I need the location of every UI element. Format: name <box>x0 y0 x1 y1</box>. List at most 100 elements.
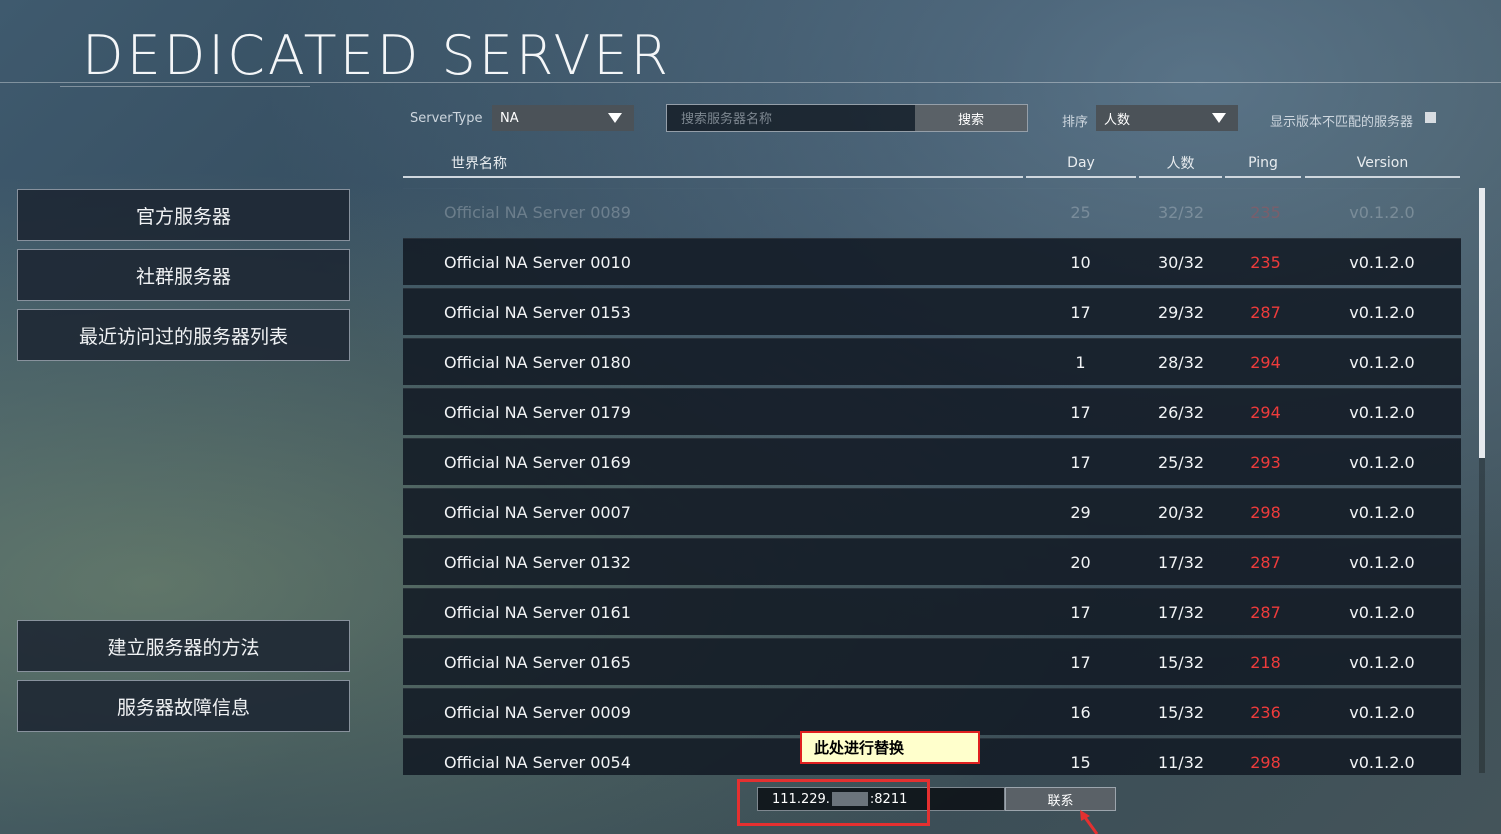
server-players: 17/32 <box>1157 603 1205 622</box>
sort-dropdown[interactable]: 人数 <box>1096 105 1238 131</box>
server-name: Official NA Server 0089 <box>444 203 631 222</box>
server-type-dropdown[interactable]: NA <box>492 105 634 131</box>
table-row[interactable]: Official NA Server 0153 17 29/32 287 v0.… <box>403 288 1461 335</box>
server-version: v0.1.2.0 <box>1349 653 1415 672</box>
sidebar-item-server-issues[interactable]: 服务器故障信息 <box>17 680 350 732</box>
server-players: 15/32 <box>1157 703 1205 722</box>
server-ping: 287 <box>1250 303 1281 322</box>
dropdown-arrow-icon <box>1212 113 1226 123</box>
server-players: 20/32 <box>1157 503 1205 522</box>
server-name: Official NA Server 0165 <box>444 653 631 672</box>
server-name: Official NA Server 0132 <box>444 553 631 572</box>
table-row[interactable]: Official NA Server 0165 17 15/32 218 v0.… <box>403 638 1461 685</box>
annotation-note: 此处进行替换 <box>800 731 980 764</box>
server-version: v0.1.2.0 <box>1349 303 1415 322</box>
server-day: 20 <box>1070 553 1091 572</box>
server-day: 16 <box>1070 703 1091 722</box>
search-input[interactable] <box>667 105 931 133</box>
server-ping: 235 <box>1250 203 1281 222</box>
server-day: 17 <box>1070 603 1091 622</box>
table-row[interactable]: Official NA Server 0132 20 17/32 287 v0.… <box>403 538 1461 585</box>
column-header-name[interactable]: 世界名称 <box>403 150 1023 178</box>
server-type-label: ServerType <box>410 111 483 126</box>
server-day: 17 <box>1070 303 1091 322</box>
annotation-arrow-icon <box>1080 810 1099 834</box>
server-day: 25 <box>1070 203 1091 222</box>
server-name: Official NA Server 0007 <box>444 503 631 522</box>
sidebar-item-official-servers[interactable]: 官方服务器 <box>17 189 350 241</box>
server-players: 11/32 <box>1157 753 1205 772</box>
search-button[interactable]: 搜索 <box>915 105 1027 131</box>
server-day: 15 <box>1070 753 1091 772</box>
table-row[interactable]: Official NA Server 0161 17 17/32 287 v0.… <box>403 588 1461 635</box>
server-day: 10 <box>1070 253 1091 272</box>
server-list: Official NA Server 0089 25 32/32 235 v0.… <box>403 185 1463 775</box>
table-row[interactable]: Official NA Server 0009 16 15/32 236 v0.… <box>403 688 1461 735</box>
dropdown-arrow-icon <box>608 113 622 123</box>
server-ping: 235 <box>1250 253 1281 272</box>
server-players: 15/32 <box>1157 653 1205 672</box>
server-ping: 287 <box>1250 553 1281 572</box>
column-header-ping[interactable]: Ping <box>1225 150 1301 178</box>
server-players: 30/32 <box>1157 253 1205 272</box>
server-ping: 298 <box>1250 503 1281 522</box>
table-row[interactable]: Official NA Server 0007 29 20/32 298 v0.… <box>403 488 1461 535</box>
title-underline <box>60 86 310 87</box>
server-players: 26/32 <box>1157 403 1205 422</box>
highlight-box <box>737 779 930 826</box>
table-row[interactable]: Official NA Server 0180 1 28/32 294 v0.1… <box>403 338 1461 385</box>
server-ping: 298 <box>1250 753 1281 772</box>
server-ping: 218 <box>1250 653 1281 672</box>
server-ping: 287 <box>1250 603 1281 622</box>
server-name: Official NA Server 0010 <box>444 253 631 272</box>
table-row[interactable]: Official NA Server 0179 17 26/32 294 v0.… <box>403 388 1461 435</box>
server-ping: 294 <box>1250 403 1281 422</box>
server-version: v0.1.2.0 <box>1349 403 1415 422</box>
scrollbar-thumb[interactable] <box>1479 188 1485 458</box>
table-row[interactable]: Official NA Server 0169 17 25/32 293 v0.… <box>403 438 1461 485</box>
server-players: 29/32 <box>1157 303 1205 322</box>
server-name: Official NA Server 0180 <box>444 353 631 372</box>
server-day: 29 <box>1070 503 1091 522</box>
server-ping: 293 <box>1250 453 1281 472</box>
server-name: Official NA Server 0009 <box>444 703 631 722</box>
server-ping: 236 <box>1250 703 1281 722</box>
server-version: v0.1.2.0 <box>1349 353 1415 372</box>
show-mismatch-label: 显示版本不匹配的服务器 <box>1270 115 1414 130</box>
server-day: 17 <box>1070 453 1091 472</box>
server-players: 17/32 <box>1157 553 1205 572</box>
sort-value: 人数 <box>1104 112 1131 128</box>
server-day: 17 <box>1070 653 1091 672</box>
sort-label: 排序 <box>1062 115 1089 130</box>
column-header-players[interactable]: 人数 <box>1139 150 1222 178</box>
sidebar-item-recent-servers[interactable]: 最近访问过的服务器列表 <box>17 309 350 361</box>
server-version: v0.1.2.0 <box>1349 553 1415 572</box>
server-ping: 294 <box>1250 353 1281 372</box>
server-players: 25/32 <box>1157 453 1205 472</box>
title-divider <box>0 82 1501 83</box>
search-bar: 搜索 <box>666 104 1028 133</box>
server-name: Official NA Server 0161 <box>444 603 631 622</box>
page-title: DEDICATED SERVER <box>82 24 672 87</box>
server-version: v0.1.2.0 <box>1349 703 1415 722</box>
server-day: 17 <box>1070 403 1091 422</box>
server-name: Official NA Server 0153 <box>444 303 631 322</box>
server-version: v0.1.2.0 <box>1349 253 1415 272</box>
server-version: v0.1.2.0 <box>1349 453 1415 472</box>
server-type-value: NA <box>500 110 519 126</box>
server-name: Official NA Server 0054 <box>444 753 631 772</box>
server-players: 32/32 <box>1157 203 1205 222</box>
column-header-version[interactable]: Version <box>1305 150 1460 178</box>
server-players: 28/32 <box>1157 353 1205 372</box>
server-version: v0.1.2.0 <box>1349 203 1415 222</box>
show-mismatch-checkbox[interactable] <box>1425 112 1436 123</box>
sidebar-item-how-to-host[interactable]: 建立服务器的方法 <box>17 620 350 672</box>
table-row[interactable]: Official NA Server 0010 10 30/32 235 v0.… <box>403 238 1461 285</box>
column-header-day[interactable]: Day <box>1026 150 1136 178</box>
server-version: v0.1.2.0 <box>1349 753 1415 772</box>
table-row[interactable]: Official NA Server 0089 25 32/32 235 v0.… <box>403 188 1461 235</box>
server-version: v0.1.2.0 <box>1349 603 1415 622</box>
server-day: 1 <box>1075 353 1086 372</box>
sidebar-item-community-servers[interactable]: 社群服务器 <box>17 249 350 301</box>
server-name: Official NA Server 0169 <box>444 453 631 472</box>
